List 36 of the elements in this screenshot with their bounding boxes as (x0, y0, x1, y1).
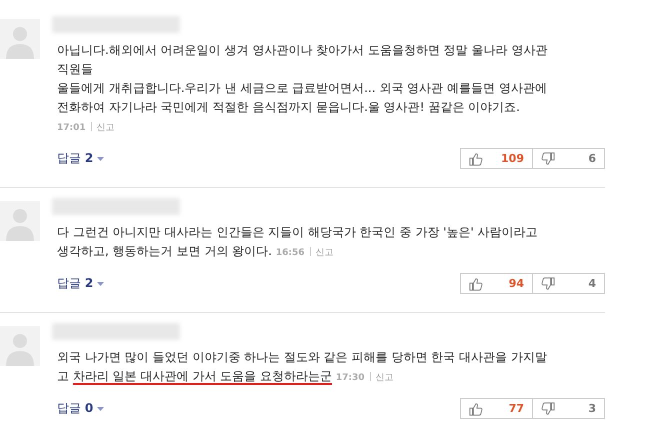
timestamp: 17:30 (336, 373, 365, 383)
avatar-icon (0, 201, 40, 241)
dislike-button[interactable]: 3 (532, 398, 605, 419)
comment-text: 다 그런건 아니지만 대사라는 인간들은 지들이 해당국가 한국인 중 가장 '높은' 사람이라고 (57, 225, 538, 239)
reply-link[interactable]: 답글 2 (57, 275, 94, 292)
thumbs-down-icon (541, 402, 555, 416)
dislike-button[interactable]: 4 (532, 273, 605, 294)
comment-text: 전화하여 자기나라 국민에게 적절한 음식점까지 묻읍니다.울 영사관! 꿈같은 이야기죠. (57, 100, 520, 114)
dislike-button[interactable]: 6 (532, 148, 605, 169)
thumbs-up-icon (469, 152, 483, 166)
underlined-text: 차라리 일본 대사관에 가서 도움을 요청하라는군 (72, 369, 332, 385)
like-button[interactable]: 94 (460, 273, 533, 294)
avatar-icon (0, 19, 40, 59)
avatar-icon (0, 326, 40, 366)
reply-link[interactable]: 답글 2 (57, 150, 94, 167)
comment-text: 울들에게 개취급합니다.우리가 낸 세금으로 급료받어면서... 외국 영사관 예를들면 영사관에 (57, 81, 547, 95)
caret-icon (97, 282, 104, 286)
comment-text: 직원들 (57, 62, 93, 76)
comment-text: 고 (57, 369, 70, 383)
comment-text: 생각하고, 행동하는거 보면 거의 왕이다. (57, 244, 272, 258)
reply-link[interactable]: 답글 0 (57, 400, 94, 417)
caret-icon (97, 156, 104, 160)
timestamp: 16:56 (276, 248, 305, 258)
thumbs-down-icon (541, 276, 555, 290)
comment-text: 외국 나가면 많이 들었던 이야기중 하나는 절도와 같은 피해를 당하면 한국 대사관을 가지말 (57, 350, 547, 364)
timestamp: 17:01 (57, 123, 86, 133)
thumbs-up-icon (469, 402, 483, 416)
report-link[interactable]: 신고 (96, 123, 115, 133)
report-link[interactable]: 신고 (316, 248, 334, 258)
report-link[interactable]: 신고 (376, 373, 394, 383)
thumbs-up-icon (469, 276, 483, 290)
comment-text: 아닙니다.해외에서 어려운일이 생겨 영사관이나 찾아가서 도움을청하면 정말 울나라 영사관 (57, 43, 548, 57)
like-button[interactable]: 77 (460, 398, 533, 419)
caret-icon (97, 406, 104, 410)
thumbs-down-icon (541, 152, 555, 166)
like-button[interactable]: 109 (460, 148, 533, 169)
